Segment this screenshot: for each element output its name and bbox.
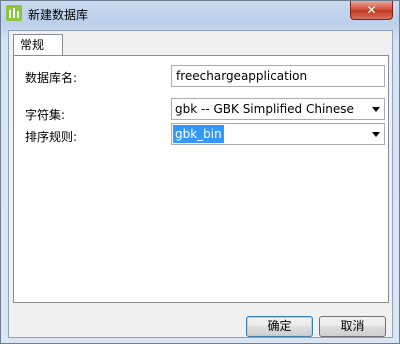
charset-select[interactable]: gbk -- GBK Simplified Chinese	[171, 98, 385, 120]
collation-select[interactable]: gbk_bin	[171, 123, 385, 145]
cancel-button[interactable]: 取消	[319, 316, 386, 337]
chevron-down-icon	[372, 107, 380, 112]
general-tab-panel: 数据库名: freechargeapplication 字符集: gbk -- …	[13, 55, 389, 303]
close-icon: ✕	[366, 3, 377, 17]
charset-value: gbk -- GBK Simplified Chinese	[175, 102, 354, 116]
db-name-label: 数据库名:	[25, 71, 78, 85]
db-name-value: freechargeapplication	[176, 69, 308, 83]
app-icon	[6, 5, 22, 21]
collation-value: gbk_bin	[173, 125, 224, 143]
title-bar[interactable]: 新建数据库 ✕	[1, 1, 399, 27]
close-button[interactable]: ✕	[350, 1, 393, 20]
collation-label: 排序规则:	[25, 130, 78, 144]
dialog-body: 常规 数据库名: freechargeapplication 字符集: gbk …	[8, 30, 393, 338]
window-title: 新建数据库	[28, 8, 89, 22]
tab-general[interactable]: 常规	[13, 34, 63, 56]
dialog-window: 新建数据库 ✕ 常规 数据库名: freechargeapplication 字…	[0, 0, 400, 344]
charset-label: 字符集:	[25, 108, 66, 122]
db-name-input[interactable]: freechargeapplication	[171, 65, 385, 87]
ok-button[interactable]: 确定	[246, 316, 313, 337]
chevron-down-icon	[372, 132, 380, 137]
